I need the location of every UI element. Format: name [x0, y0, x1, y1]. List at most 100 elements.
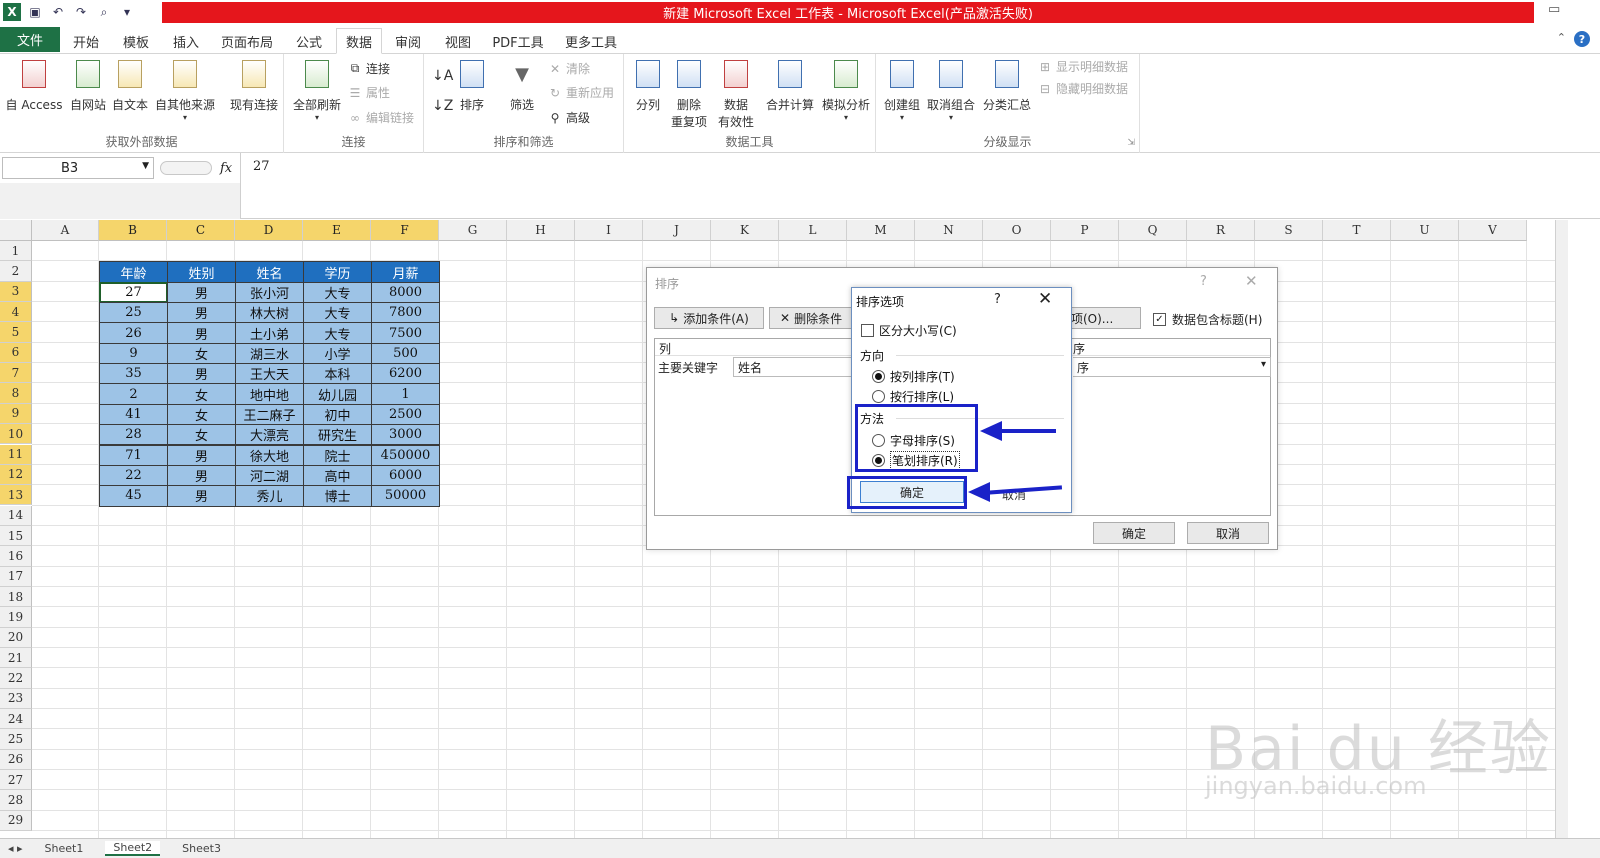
column-header[interactable]: C — [167, 220, 235, 241]
table-cell[interactable]: 男 — [167, 464, 236, 487]
column-header[interactable]: D — [235, 220, 303, 241]
options-button[interactable]: 项(O)... — [1071, 307, 1141, 329]
select-all-corner[interactable] — [0, 220, 32, 241]
sort-button[interactable]: 排序 — [454, 58, 490, 113]
row-header[interactable]: 18 — [0, 586, 32, 608]
column-header[interactable]: A — [32, 220, 99, 241]
table-cell[interactable]: 高中 — [303, 464, 372, 487]
sort-descending-icon[interactable]: ↓Z — [432, 98, 453, 114]
table-cell[interactable]: 41 — [99, 403, 168, 426]
close-icon[interactable]: ✕ — [1245, 272, 1258, 290]
reapply-button[interactable]: ↻ 重新应用 — [548, 84, 614, 101]
row-header[interactable]: 5 — [0, 322, 32, 343]
subtotal-button[interactable]: 分类汇总 — [980, 58, 1034, 113]
row-header[interactable]: 29 — [0, 810, 32, 832]
tab-pdf-tools[interactable]: PDF工具 — [486, 28, 550, 54]
table-cell[interactable]: 2 — [99, 383, 168, 405]
hide-detail-button[interactable]: ⊟ 隐藏明细数据 — [1038, 80, 1128, 97]
table-cell[interactable]: 450000 — [371, 444, 440, 466]
table-cell[interactable]: 2500 — [371, 403, 440, 426]
column-header[interactable]: O — [983, 220, 1051, 241]
vertical-scrollbar[interactable] — [1555, 220, 1568, 838]
tab-formulas[interactable]: 公式 — [284, 28, 334, 54]
table-cell[interactable]: 3000 — [371, 424, 440, 446]
tab-page-layout[interactable]: 页面布局 — [212, 28, 282, 54]
delete-condition-button[interactable]: ✕ 删除条件 — [769, 307, 853, 329]
table-cell[interactable]: 71 — [99, 444, 168, 466]
formula-toggle[interactable] — [160, 161, 212, 175]
redo-icon[interactable]: ↷ — [72, 3, 90, 21]
sort-cancel-button[interactable]: 取消 — [1187, 522, 1269, 544]
row-header[interactable]: 17 — [0, 566, 32, 587]
tab-data[interactable]: 数据 — [336, 28, 382, 54]
find-icon[interactable]: ⌕ — [95, 3, 113, 21]
row-header[interactable]: 12 — [0, 464, 32, 486]
row-header[interactable]: 4 — [0, 302, 32, 323]
column-header[interactable]: E — [303, 220, 371, 241]
show-detail-button[interactable]: ⊞ 显示明细数据 — [1038, 58, 1128, 75]
column-header[interactable]: R — [1187, 220, 1255, 241]
column-header[interactable]: M — [847, 220, 915, 241]
table-cell[interactable]: 大专 — [303, 281, 372, 304]
tab-more-tools[interactable]: 更多工具 — [556, 28, 626, 54]
from-text-button[interactable]: 自文本 — [110, 58, 150, 113]
table-cell[interactable]: 6200 — [371, 363, 440, 385]
column-header[interactable]: L — [779, 220, 847, 241]
from-access-button[interactable]: 自 Access — [4, 58, 64, 113]
name-box[interactable]: B3 ▼ — [2, 157, 154, 179]
table-cell[interactable]: 27 — [99, 281, 168, 304]
text-to-columns-button[interactable]: 分列 — [630, 58, 666, 113]
table-cell[interactable]: 1 — [371, 383, 440, 405]
column-header[interactable]: F — [371, 220, 439, 241]
formula-input[interactable]: 27 — [240, 153, 1600, 219]
row-header[interactable]: 11 — [0, 444, 32, 465]
table-cell[interactable]: 7800 — [371, 302, 440, 324]
row-header[interactable]: 15 — [0, 525, 32, 547]
tab-insert[interactable]: 插入 — [162, 28, 210, 54]
edit-links-button[interactable]: ∞ 编辑链接 — [348, 109, 414, 126]
row-header[interactable]: 22 — [0, 668, 32, 689]
collapse-ribbon-icon[interactable]: ⌃ — [1557, 31, 1566, 44]
column-header[interactable]: N — [915, 220, 983, 241]
column-header[interactable]: S — [1255, 220, 1323, 241]
table-cell[interactable]: 女 — [167, 424, 236, 446]
table-cell[interactable]: 小学 — [303, 342, 372, 365]
table-cell[interactable]: 男 — [167, 281, 236, 304]
row-header[interactable]: 10 — [0, 424, 32, 445]
column-header[interactable]: V — [1459, 220, 1527, 241]
from-other-sources-button[interactable]: 自其他来源 ▾ — [152, 58, 218, 122]
column-header[interactable]: J — [643, 220, 711, 241]
chevron-down-icon[interactable]: ▼ — [142, 161, 149, 171]
table-cell[interactable]: 博士 — [303, 485, 372, 507]
table-cell[interactable]: 男 — [167, 363, 236, 385]
table-cell[interactable]: 500 — [371, 342, 440, 365]
table-cell[interactable]: 初中 — [303, 403, 372, 426]
help-icon[interactable]: ? — [1200, 274, 1207, 289]
table-cell[interactable]: 湖三水 — [235, 342, 304, 365]
checkbox-unchecked[interactable] — [861, 324, 874, 337]
table-cell[interactable]: 女 — [167, 383, 236, 405]
table-cell[interactable]: 7500 — [371, 322, 440, 344]
row-header[interactable]: 24 — [0, 709, 32, 730]
column-header[interactable]: P — [1051, 220, 1119, 241]
table-cell[interactable]: 地中地 — [235, 383, 304, 405]
existing-connections-button[interactable]: 现有连接 — [226, 58, 282, 113]
table-cell[interactable]: 22 — [99, 464, 168, 487]
table-cell[interactable]: 大专 — [303, 302, 372, 324]
row-header[interactable]: 14 — [0, 505, 32, 526]
sheet-tab[interactable]: Sheet3 — [174, 842, 229, 855]
order-select[interactable]: 序 ▾ — [1073, 357, 1271, 377]
table-cell[interactable]: 研究生 — [303, 424, 372, 446]
column-header[interactable]: G — [439, 220, 507, 241]
sort-by-row-radio[interactable]: 按行排序(L) — [872, 388, 954, 405]
row-header[interactable]: 16 — [0, 546, 32, 567]
table-cell[interactable]: 6000 — [371, 464, 440, 487]
row-header[interactable]: 9 — [0, 403, 32, 425]
row-header[interactable]: 23 — [0, 688, 32, 709]
table-cell[interactable]: 女 — [167, 342, 236, 365]
row-header[interactable]: 28 — [0, 790, 32, 811]
table-cell[interactable]: 徐大地 — [235, 444, 304, 466]
table-cell[interactable]: 张小河 — [235, 281, 304, 304]
table-header-cell[interactable]: 姓别 — [167, 261, 236, 283]
row-header[interactable]: 19 — [0, 607, 32, 628]
